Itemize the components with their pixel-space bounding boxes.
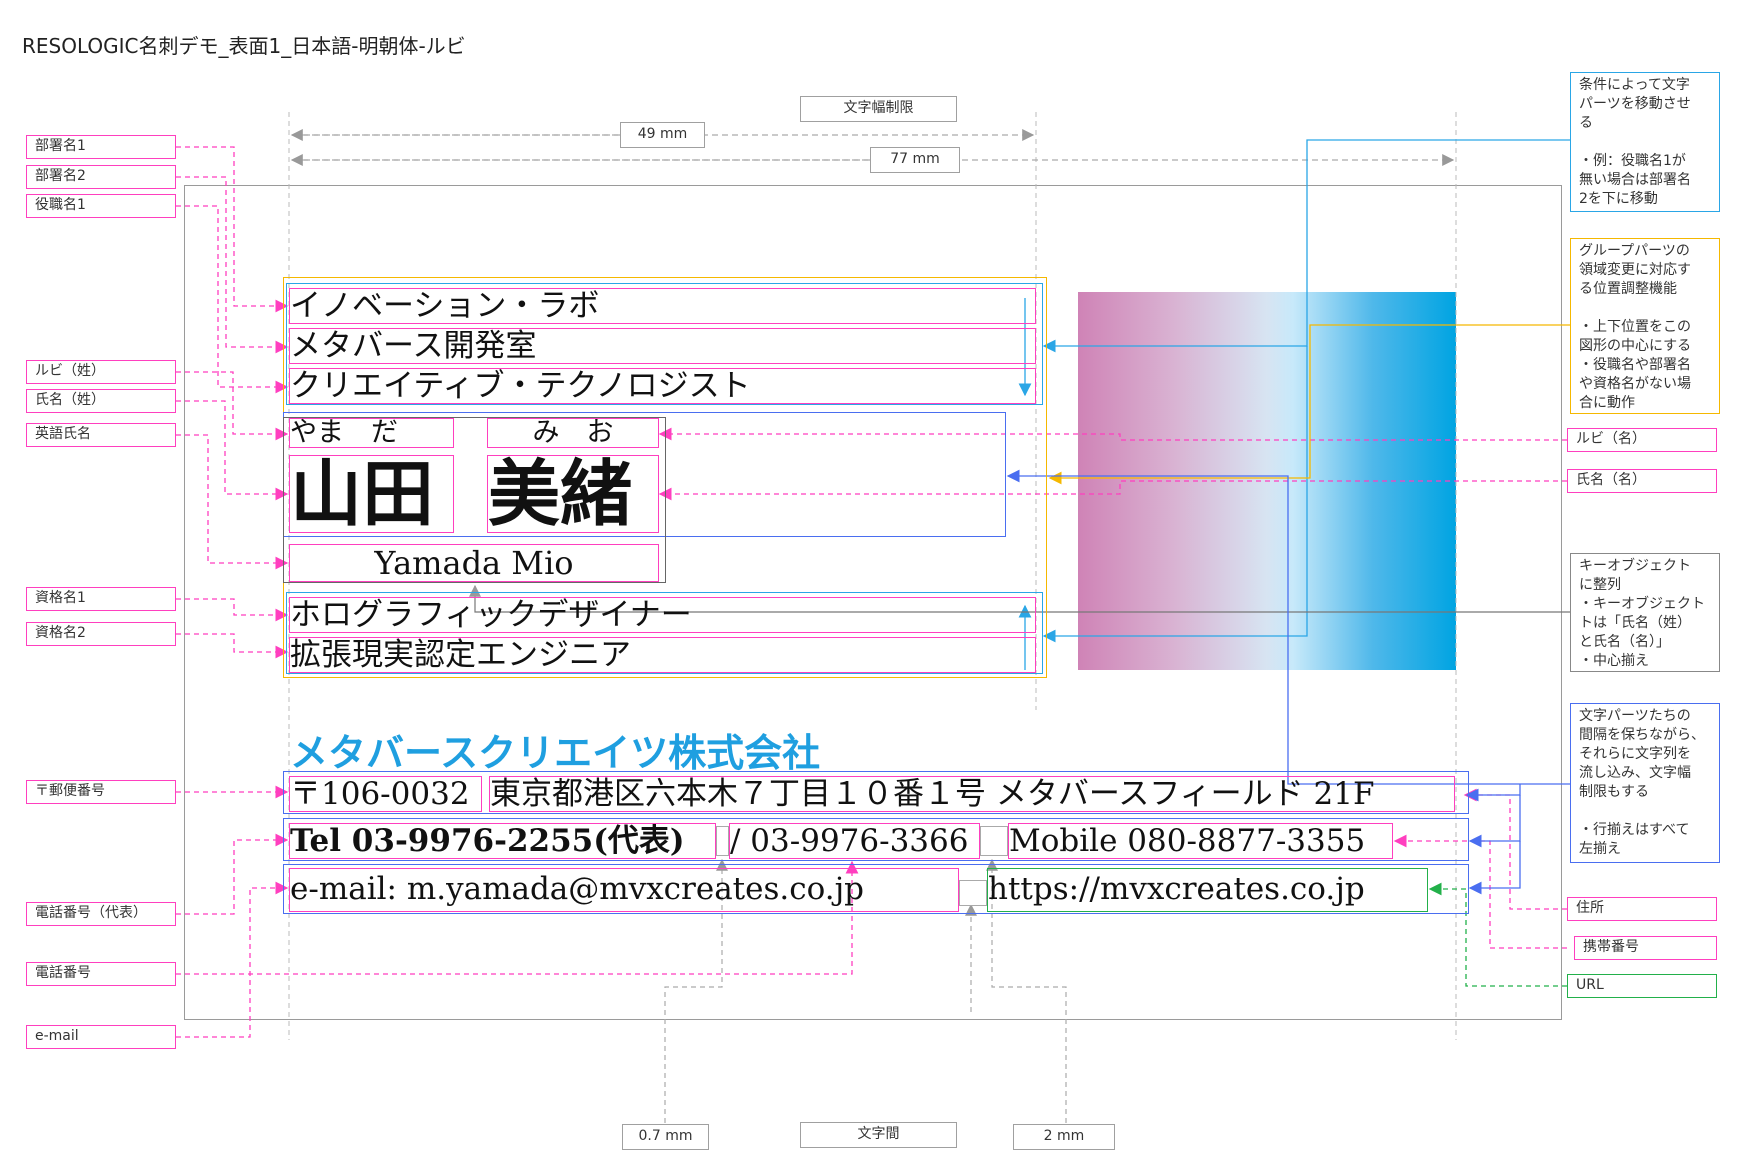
- email-field: e-mail: m.yamada@mvxcreates.co.jp: [289, 868, 959, 912]
- spacing-gap-2: [980, 826, 1008, 856]
- label-dept1: 部署名1: [26, 135, 176, 159]
- dept1-field: イノベーション・ラボ: [289, 288, 1036, 324]
- dimension-49mm: 49 mm: [620, 122, 705, 148]
- ruby-last-field: やま だ: [289, 418, 454, 448]
- dimension-2mm: 2 mm: [1013, 1124, 1115, 1150]
- dimension-0-7mm: 0.7 mm: [622, 1124, 709, 1150]
- english-name-field: Yamada Mio: [289, 544, 659, 582]
- label-address: 住所: [1567, 897, 1717, 921]
- note-key-object: キーオブジェクト に整列 ・キーオブジェクト トは「氏名（姓） と氏名（名）」 …: [1570, 553, 1720, 672]
- position1-field: クリエイティブ・テクノロジスト: [289, 368, 1036, 404]
- width-limit-label: 文字幅制限: [800, 96, 957, 122]
- address-field: 東京都港区六本木７丁目１０番１号 メタバースフィールド 21F: [489, 776, 1455, 812]
- qual1-field: ホログラフィックデザイナー: [289, 597, 1036, 633]
- note-move-parts: 条件によって文字 パーツを移動させ る ・例：役職名1が 無い場合は部署名 2を…: [1570, 72, 1720, 212]
- label-tel-main: 電話番号（代表）: [26, 902, 176, 926]
- label-qual1: 資格名1: [26, 587, 176, 611]
- spacing-gap-3: [959, 880, 987, 906]
- label-name-first: 氏名（名）: [1567, 469, 1717, 493]
- spacing-gap-1: [716, 826, 729, 856]
- note-text-flow: 文字パーツたちの 間隔を保ちながら、 それらに文字列を 流し込み、文字幅 制限も…: [1570, 703, 1720, 863]
- label-position1: 役職名1: [26, 194, 176, 218]
- label-postal: 〒郵便番号: [26, 780, 176, 804]
- label-tel: 電話番号: [26, 962, 176, 986]
- name-first-field: 美緒: [487, 455, 659, 533]
- url-field: https://mvxcreates.co.jp: [987, 868, 1428, 912]
- label-mobile: 携帯番号: [1574, 936, 1717, 960]
- dimension-77mm: 77 mm: [870, 147, 960, 173]
- dept2-field: メタバース開発室: [289, 328, 1036, 364]
- tel-main-field: Tel 03-9976-2255(代表): [289, 823, 716, 859]
- qual2-field: 拡張現実認定エンジニア: [289, 637, 1036, 673]
- label-qual2: 資格名2: [26, 622, 176, 646]
- label-url: URL: [1567, 974, 1717, 998]
- postal-field: 〒106-0032: [289, 776, 482, 812]
- tel-field: / 03-9976-3366: [729, 823, 980, 859]
- label-ruby-last: ルビ（姓）: [26, 360, 176, 384]
- label-ruby-first: ルビ（名）: [1567, 428, 1717, 452]
- label-english-name: 英語氏名: [26, 423, 176, 447]
- mobile-field: Mobile 080-8877-3355: [1008, 823, 1393, 859]
- label-name-last: 氏名（姓）: [26, 389, 176, 413]
- note-group-position: グループパーツの 領域変更に対応す る位置調整機能 ・上下位置をこの 図形の中心…: [1570, 238, 1720, 414]
- label-email: e-mail: [26, 1025, 176, 1049]
- ruby-first-field: み お: [487, 418, 659, 448]
- name-last-field: 山田: [289, 455, 454, 533]
- label-dept2: 部署名2: [26, 165, 176, 189]
- char-spacing-label: 文字間: [800, 1122, 957, 1148]
- company-name: メタバースクリエイツ株式会社: [290, 731, 821, 775]
